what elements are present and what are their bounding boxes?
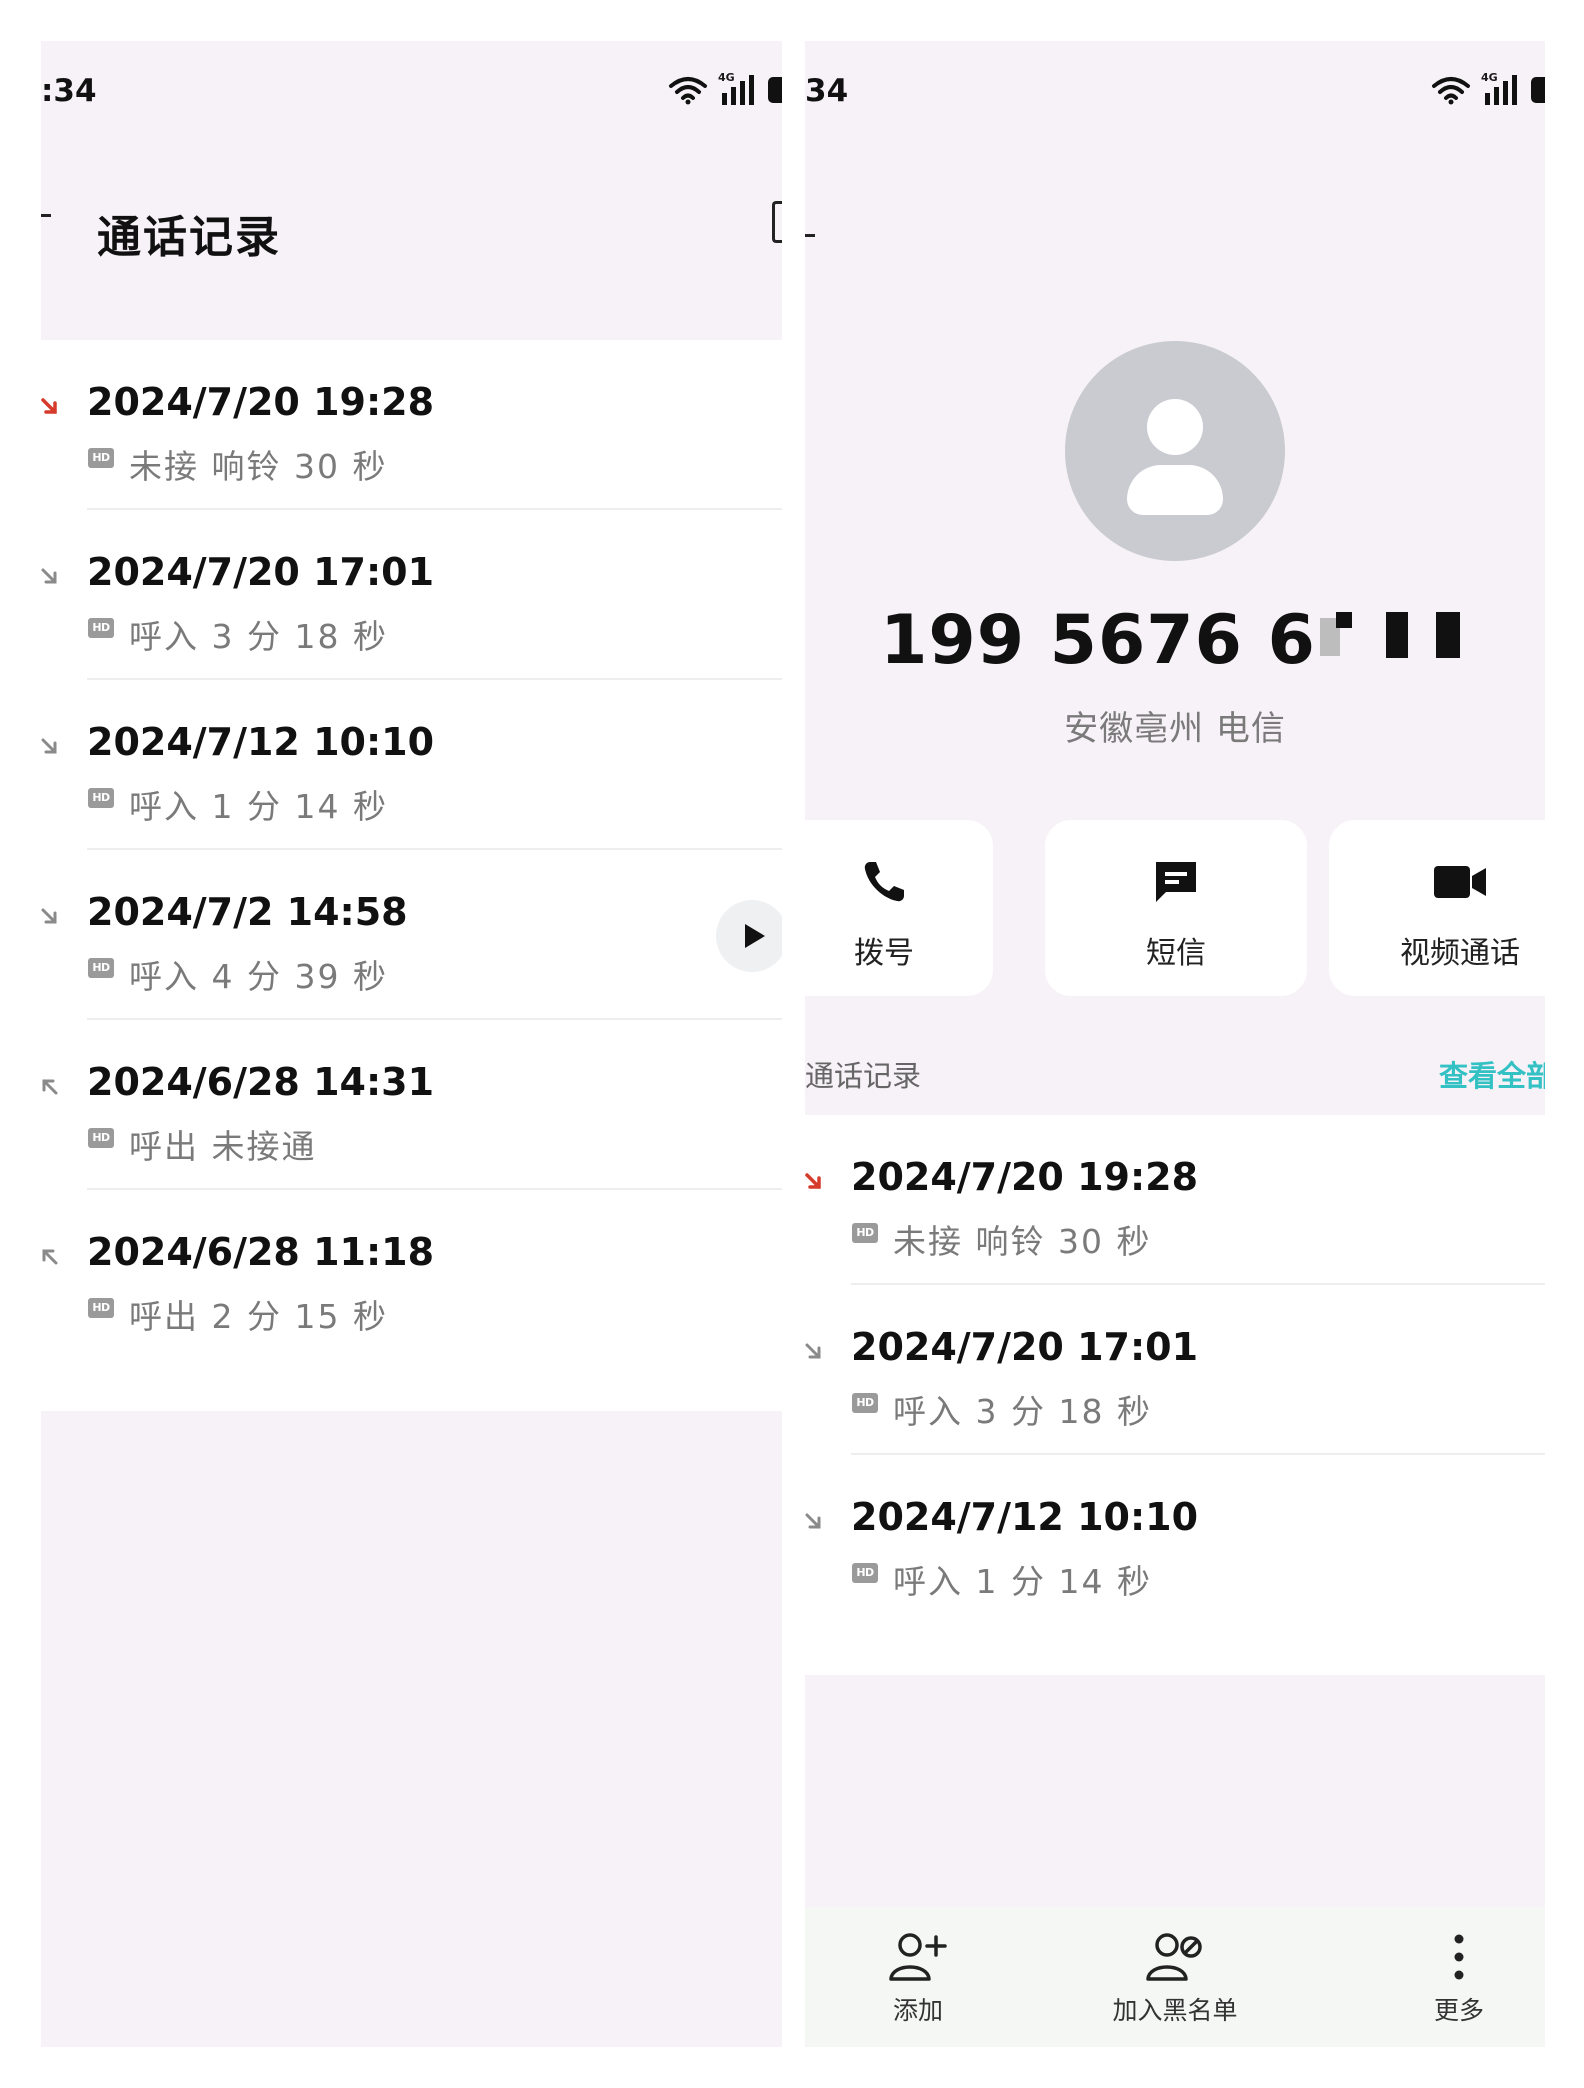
incoming-call-icon: [805, 1343, 821, 1359]
call-date: 2024/7/12 10:10: [851, 1495, 1199, 1539]
phone-location: 安徽亳州 电信: [1064, 709, 1286, 749]
add-contact-label: 添加: [892, 1996, 943, 2025]
dial-label: 拨号: [854, 936, 914, 971]
hd-badge: HD: [88, 1298, 114, 1318]
video-call-label: 视频通话: [1400, 936, 1520, 971]
outgoing-call-icon: [42, 1249, 58, 1265]
incoming-call-icon: [41, 908, 57, 924]
call-log-item[interactable]: 2024/6/28 14:31 HD 呼出 未接通: [41, 1020, 782, 1190]
call-detail: 呼入 4 分 39 秒: [129, 957, 388, 996]
status-bar: :34 4G: [41, 41, 782, 151]
view-all-link[interactable]: 查看全部: [1439, 1053, 1545, 1095]
hd-badge: HD: [88, 618, 114, 638]
call-date: 2024/7/20 17:01: [87, 550, 435, 594]
avatar-body: [1127, 465, 1223, 515]
avatar-head: [1147, 399, 1203, 455]
call-detail: 未接 响铃 30 秒: [893, 1222, 1152, 1261]
call-detail: 呼入 1 分 14 秒: [129, 787, 388, 826]
recent-calls-list: 2024/7/20 19:28 HD 未接 响铃 30 秒 2024/7/20 …: [805, 1115, 1545, 1675]
video-call-button[interactable]: 视频通话: [1329, 820, 1545, 996]
hd-badge: HD: [88, 448, 114, 468]
battery-icon: [768, 77, 782, 103]
hd-badge: HD: [88, 958, 114, 978]
status-bar: 34 4G: [805, 41, 1545, 151]
more-button[interactable]: 更多: [1359, 1931, 1545, 2027]
call-detail: 呼入 3 分 18 秒: [129, 617, 388, 656]
play-icon: [745, 924, 765, 948]
block-person-icon: [1146, 1933, 1202, 1981]
call-date: 2024/7/12 10:10: [87, 720, 435, 764]
call-detail: 未接 响铃 30 秒: [129, 447, 388, 486]
back-arrow-icon[interactable]: [41, 214, 51, 217]
phone-icon: [864, 862, 904, 902]
call-detail: 呼入 3 分 18 秒: [893, 1392, 1152, 1431]
call-log-item[interactable]: 2024/7/20 19:28 HD 未接 响铃 30 秒: [805, 1115, 1545, 1285]
cellular-signal-icon: 4G: [718, 71, 758, 105]
incoming-call-icon: [41, 568, 57, 584]
section-title: 通话记录: [805, 1059, 922, 1093]
video-camera-icon: [1434, 866, 1486, 898]
play-recording-button[interactable]: [716, 900, 782, 972]
call-log-item[interactable]: 2024/7/20 17:01 HD 呼入 3 分 18 秒: [805, 1285, 1545, 1455]
bottom-toolbar: 添加 加入黑名单 更多: [805, 1907, 1545, 2047]
add-person-icon: [889, 1933, 947, 1981]
call-date: 2024/7/20 19:28: [87, 380, 435, 424]
dial-button[interactable]: 拨号: [805, 820, 993, 996]
hd-badge: HD: [852, 1563, 878, 1583]
call-date: 2024/7/20 19:28: [851, 1155, 1199, 1199]
call-log-item[interactable]: 2024/6/28 11:18 HD 呼出 2 分 15 秒: [41, 1190, 782, 1360]
add-contact-button[interactable]: 添加: [818, 1931, 1018, 2027]
phone-number: 199 5676 6: [805, 601, 1545, 680]
call-log-screen: :34 4G 通话记录 2024/7/20 19:28 HD 未接 响铃 30 …: [41, 41, 782, 2047]
incoming-call-icon: [41, 738, 57, 754]
wifi-icon: [669, 77, 707, 105]
call-date: 2024/6/28 14:31: [87, 1060, 435, 1104]
hd-badge: HD: [852, 1223, 878, 1243]
more-label: 更多: [1433, 1996, 1484, 2025]
call-detail: 呼出 2 分 15 秒: [129, 1297, 388, 1336]
hd-badge: HD: [88, 1128, 114, 1148]
contact-detail-screen: 34 4G 199 5676 6 安徽亳州 电信 拨号 短信 视频通话 通话记录…: [805, 41, 1545, 2047]
page-title: 通话记录: [97, 212, 281, 263]
sms-label: 短信: [1146, 936, 1206, 971]
cellular-signal-icon: 4G: [1481, 71, 1521, 105]
hd-badge: HD: [852, 1393, 878, 1413]
call-log-list: 2024/7/20 19:28 HD 未接 响铃 30 秒 2024/7/20 …: [41, 340, 782, 1411]
call-detail: 呼出 未接通: [129, 1127, 317, 1166]
call-log-item[interactable]: 2024/7/20 19:28 HD 未接 响铃 30 秒: [41, 340, 782, 510]
status-time: :34: [41, 73, 97, 109]
call-detail: 呼入 1 分 14 秒: [893, 1562, 1152, 1601]
outgoing-call-icon: [42, 1079, 58, 1095]
call-date: 2024/7/2 14:58: [87, 890, 408, 934]
redacted-digits: [1319, 612, 1470, 660]
missed-call-icon: [805, 1173, 821, 1189]
call-log-item[interactable]: 2024/7/20 17:01 HD 呼入 3 分 18 秒: [41, 510, 782, 680]
call-date: 2024/6/28 11:18: [87, 1230, 435, 1274]
hd-badge: HD: [88, 788, 114, 808]
call-log-item[interactable]: 2024/7/2 14:58 HD 呼入 4 分 39 秒: [41, 850, 782, 1020]
more-vertical-icon: [1454, 1934, 1464, 1980]
call-log-item[interactable]: 2024/7/12 10:10 HD 呼入 1 分 14 秒: [41, 680, 782, 850]
battery-icon: [1531, 77, 1545, 103]
contact-avatar: [1065, 341, 1285, 561]
back-arrow-icon[interactable]: [805, 234, 815, 237]
edit-icon[interactable]: [772, 201, 782, 243]
add-to-blacklist-label: 加入黑名单: [1112, 1996, 1238, 2025]
message-icon: [1156, 862, 1196, 902]
call-date: 2024/7/20 17:01: [851, 1325, 1199, 1369]
wifi-icon: [1432, 77, 1470, 105]
call-log-item[interactable]: 2024/7/12 10:10 HD 呼入 1 分 14 秒: [805, 1455, 1545, 1625]
missed-call-icon: [41, 398, 57, 414]
sms-button[interactable]: 短信: [1045, 820, 1307, 996]
add-to-blacklist-button[interactable]: 加入黑名单: [1075, 1931, 1275, 2027]
status-time: 34: [805, 73, 849, 109]
incoming-call-icon: [805, 1513, 821, 1529]
